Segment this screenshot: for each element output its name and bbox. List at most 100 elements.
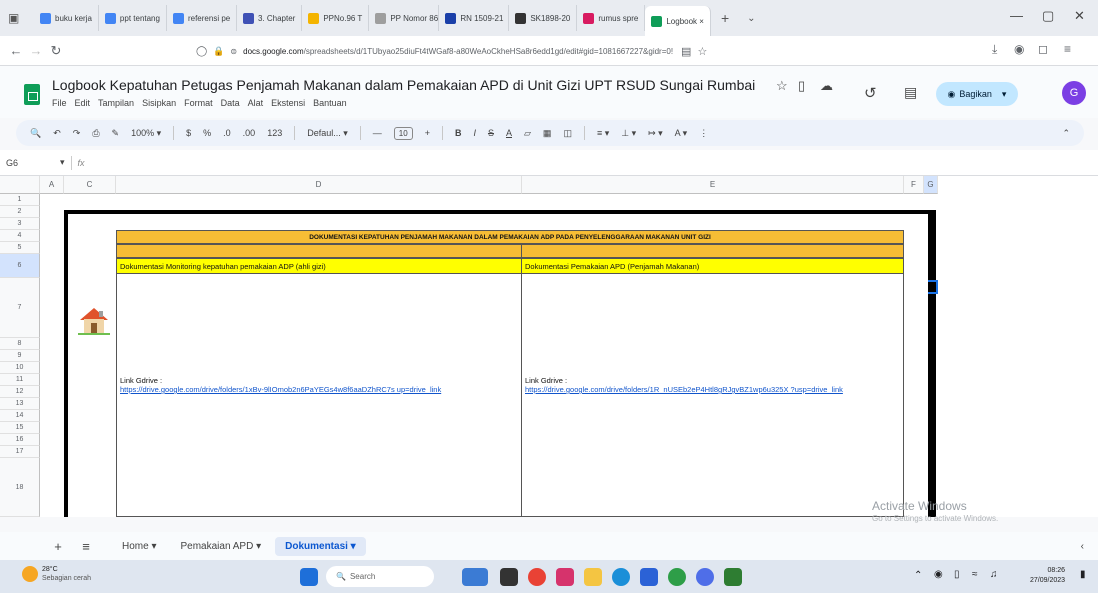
move-folder-icon[interactable]: ▯ (798, 78, 805, 94)
row-header[interactable]: 11 (0, 374, 40, 386)
menu-item-format[interactable]: Format (184, 98, 213, 108)
profile-icon[interactable]: ◻ (1038, 42, 1048, 56)
row-header[interactable]: 18 (0, 458, 40, 517)
row-header[interactable]: 10 (0, 362, 40, 374)
decrease-decimal-icon[interactable]: .0 (223, 128, 231, 138)
row-header[interactable]: 7 (0, 278, 40, 338)
browser-tab[interactable]: PP Nomor 86 T (369, 5, 440, 31)
column-header[interactable]: A (40, 176, 64, 194)
comments-icon[interactable]: ▤ (904, 84, 917, 101)
select-all-corner[interactable] (0, 176, 40, 194)
increase-decimal-icon[interactable]: .00 (243, 128, 256, 138)
tray-battery-icon[interactable]: ▯ (954, 569, 960, 580)
avatar[interactable]: G (1062, 81, 1086, 105)
column-header[interactable]: E (522, 176, 904, 194)
table-title-cell[interactable]: DOKUMENTASI KEPATUHAN PENJAMAH MAKANAN D… (116, 230, 904, 244)
column-header[interactable]: C (64, 176, 116, 194)
app-icon-ms[interactable] (724, 568, 742, 586)
column-title-cell[interactable]: Dokumentasi Monitoring kepatuhan pemakai… (116, 258, 522, 274)
spreadsheet-grid[interactable]: A C D E F G 1 2 3 4 5 6 7 8 9 10 11 12 1… (0, 176, 1098, 517)
table-spacer-cell[interactable] (116, 244, 522, 258)
row-header[interactable]: 9 (0, 350, 40, 362)
forward-icon[interactable]: → (26, 43, 46, 58)
formula-input[interactable] (85, 150, 1098, 175)
volume-icon[interactable]: ♫ (990, 569, 998, 580)
menu-item-tampilan[interactable]: Tampilan (98, 98, 134, 108)
tray-app-icon[interactable]: ◉ (934, 569, 943, 580)
print-icon[interactable]: ⎙ (92, 128, 99, 139)
menu-item-alat[interactable]: Alat (248, 98, 264, 108)
column-header[interactable]: D (116, 176, 522, 194)
row-header[interactable]: 15 (0, 422, 40, 434)
chevron-down-icon[interactable]: ▾ (1002, 89, 1007, 100)
row-header[interactable]: 8 (0, 338, 40, 350)
row-header[interactable]: 13 (0, 398, 40, 410)
tab-actions-icon[interactable]: ▣ (8, 11, 34, 25)
taskbar-search[interactable]: 🔍 Search (326, 566, 434, 587)
browser-tab[interactable]: SK1898-20 (509, 5, 578, 31)
minimize-icon[interactable]: — (1010, 8, 1023, 23)
browser-tab[interactable]: RN 1509-21 (439, 5, 510, 31)
borders-icon[interactable]: ▦ (543, 128, 552, 139)
task-view-icon[interactable] (500, 568, 518, 586)
menu-item-ekstensi[interactable]: Ekstensi (271, 98, 305, 108)
font-size-input[interactable]: 10 (393, 126, 413, 140)
row-header[interactable]: 3 (0, 218, 40, 230)
app-icon-green[interactable] (668, 568, 686, 586)
downloads-icon[interactable]: ⤓ (992, 42, 997, 57)
column-title-cell[interactable]: Dokumentasi Pemakaian APD (Penjamah Maka… (521, 258, 904, 274)
row-header[interactable]: 1 (0, 194, 40, 206)
notification-icon[interactable]: ▮ (1080, 569, 1086, 580)
reload-icon[interactable]: ↻ (46, 43, 66, 59)
italic-icon[interactable]: I (473, 128, 476, 138)
currency-icon[interactable]: $ (186, 128, 191, 138)
app-icon-blue[interactable] (696, 568, 714, 586)
sheets-logo-icon[interactable] (24, 84, 40, 105)
weather-widget[interactable]: 28°C Sebagian cerah (22, 565, 91, 583)
browser-tab[interactable]: buku kerja (34, 5, 99, 31)
browser-tab[interactable]: referensi pe (167, 5, 237, 31)
new-tab-button[interactable]: + (721, 10, 729, 26)
bookmark-star-icon[interactable]: ☆ (697, 45, 707, 58)
maximize-icon[interactable]: ▢ (1042, 8, 1054, 24)
font-size-decrease-icon[interactable]: — (373, 128, 382, 138)
browser-tab[interactable]: 3. Chapter (237, 5, 303, 31)
text-color-icon[interactable]: A (506, 128, 512, 138)
text-rotation-icon[interactable]: A ▾ (675, 128, 688, 139)
edge-icon[interactable] (612, 568, 630, 586)
app-icon-red[interactable] (556, 568, 574, 586)
menu-item-edit[interactable]: Edit (75, 98, 91, 108)
gdrive-link-apd[interactable]: https://drive.google.com/drive/folders/1… (525, 385, 900, 395)
widgets-icon[interactable] (462, 568, 488, 586)
redo-icon[interactable]: ↷ (73, 128, 81, 139)
row-header[interactable]: 16 (0, 434, 40, 446)
table-spacer-cell[interactable] (521, 244, 904, 258)
row-header[interactable]: 17 (0, 446, 40, 458)
menu-icon[interactable]: ≡ (1064, 42, 1071, 56)
sheet-tab[interactable]: Pemakaian APD ▾ (170, 537, 271, 556)
tab-overflow-icon[interactable]: ⌄ (747, 13, 755, 24)
back-icon[interactable]: ← (6, 43, 26, 58)
row-header[interactable]: 5 (0, 242, 40, 254)
number-format-select[interactable]: 123 (267, 128, 282, 138)
tray-overflow-icon[interactable]: ⌃ (914, 570, 922, 581)
column-header-selected[interactable]: G (924, 176, 938, 194)
row-header[interactable]: 14 (0, 410, 40, 422)
browser-tab[interactable]: rumus spre (577, 5, 646, 31)
percent-icon[interactable]: % (203, 128, 211, 138)
extension-icon[interactable]: ◉ (1014, 42, 1024, 56)
cell-reference[interactable]: G6 (0, 158, 60, 168)
add-sheet-icon[interactable]: + (44, 539, 72, 554)
menu-item-data[interactable]: Data (221, 98, 240, 108)
selected-cell-outline[interactable] (928, 280, 938, 294)
sheet-tab[interactable]: Home ▾ (112, 537, 166, 556)
history-icon[interactable]: ↺ (864, 84, 877, 102)
strikethrough-icon[interactable]: S (488, 128, 494, 138)
reader-view-icon[interactable]: ▤ (681, 45, 691, 58)
url-field[interactable]: ◯ 🔒 ⊜ docs.google.com /spreadsheets/d/1T… (196, 40, 892, 62)
vertical-scrollbar[interactable] (1086, 194, 1096, 514)
sheet-tab[interactable]: Dokumentasi ▾ (275, 536, 366, 556)
row-header[interactable]: 12 (0, 386, 40, 398)
row-header-selected[interactable]: 6 (0, 254, 40, 278)
fill-color-icon[interactable]: ▱ (524, 128, 531, 139)
